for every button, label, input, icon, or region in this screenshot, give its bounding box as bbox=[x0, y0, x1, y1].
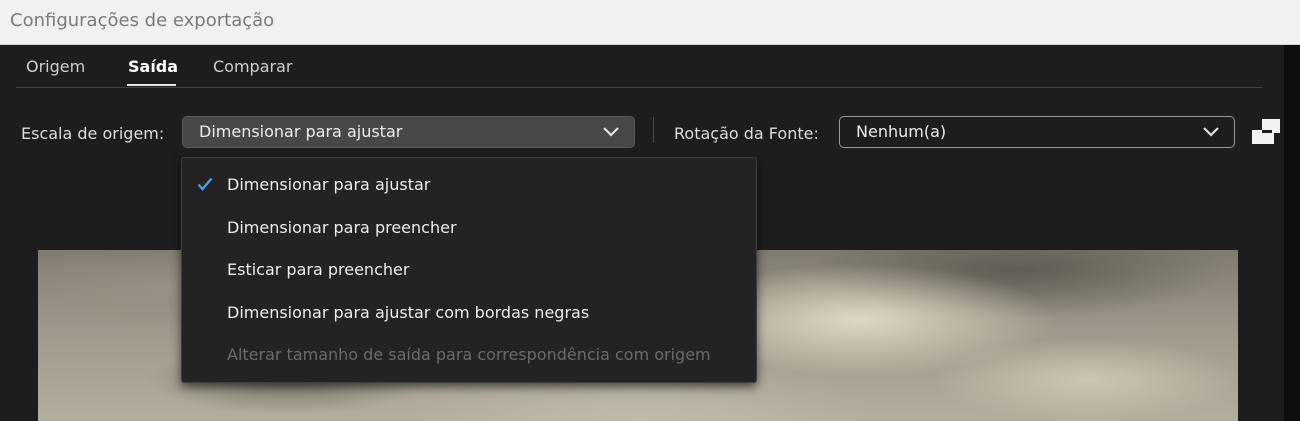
scrollbar[interactable] bbox=[1284, 45, 1300, 421]
source-rotation-select[interactable]: Nenhum(a) bbox=[839, 116, 1235, 148]
window-title: Configurações de exportação bbox=[10, 10, 275, 31]
source-scale-label: Escala de origem: bbox=[21, 124, 165, 143]
menu-item-change-output-size: Alterar tamanho de saída para correspond… bbox=[227, 345, 711, 364]
source-rotation-value: Nenhum(a) bbox=[856, 122, 947, 141]
divider bbox=[653, 117, 654, 143]
export-settings-panel: Origem Saída Comparar Escala de origem: … bbox=[0, 45, 1284, 421]
checkmark-icon bbox=[197, 177, 213, 191]
menu-item-fill[interactable]: Dimensionar para preencher bbox=[227, 218, 457, 237]
tab-origem[interactable]: Origem bbox=[26, 57, 85, 76]
source-scale-value: Dimensionar para ajustar bbox=[199, 122, 403, 141]
chevron-down-icon bbox=[603, 127, 619, 137]
menu-item-stretch[interactable]: Esticar para preencher bbox=[227, 260, 409, 279]
source-rotation-label: Rotação da Fonte: bbox=[674, 124, 819, 143]
title-bar: Configurações de exportação bbox=[0, 0, 1300, 45]
menu-item-fit-black-borders[interactable]: Dimensionar para ajustar com bordas negr… bbox=[227, 303, 589, 322]
source-scale-dropdown-menu: Dimensionar para ajustar Dimensionar par… bbox=[181, 157, 757, 383]
source-scale-select[interactable]: Dimensionar para ajustar bbox=[182, 116, 635, 148]
tab-saida[interactable]: Saída bbox=[128, 57, 178, 76]
tab-bar: Origem Saída Comparar bbox=[16, 45, 1262, 88]
menu-item-fit[interactable]: Dimensionar para ajustar bbox=[227, 175, 430, 194]
chevron-down-icon bbox=[1203, 127, 1219, 137]
active-tab-indicator bbox=[127, 84, 176, 86]
fit-frame-icon[interactable] bbox=[1250, 117, 1282, 147]
tab-comparar[interactable]: Comparar bbox=[213, 57, 292, 76]
